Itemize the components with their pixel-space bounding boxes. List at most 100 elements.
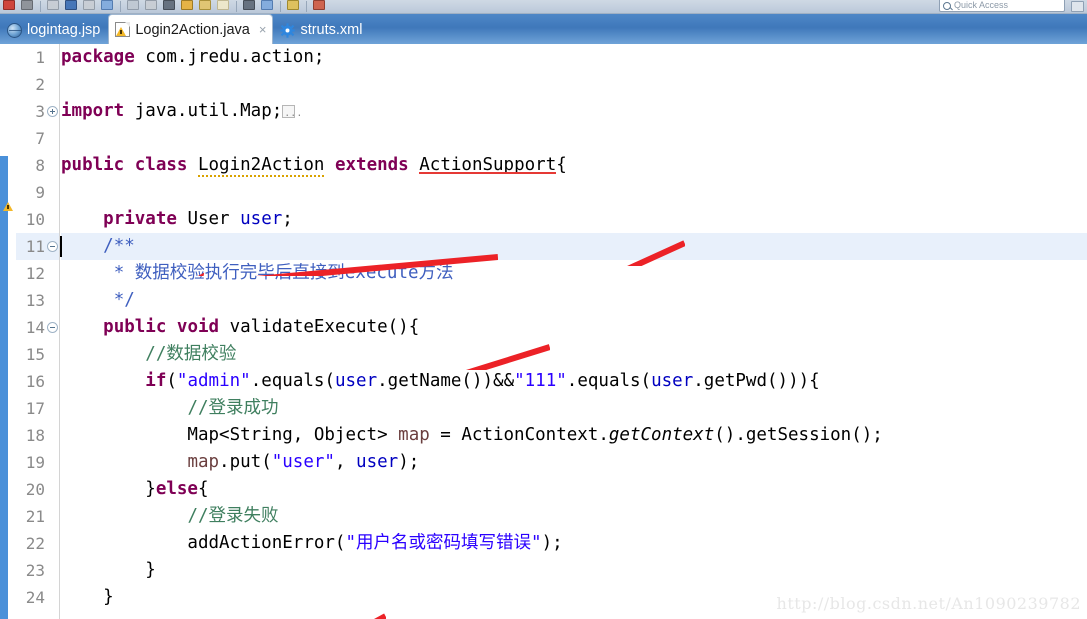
jsp-file-icon (7, 22, 22, 38)
java-file-warning-icon (115, 22, 131, 37)
code-line[interactable]: } (61, 557, 1087, 584)
watermark-text: http://blog.csdn.net/An1090239782 (776, 594, 1081, 613)
open-type-icon[interactable] (162, 0, 177, 13)
code-text: * 数据校验执行完毕后直接到execute方法 (61, 260, 1087, 287)
code-token: addActionError( (61, 533, 346, 553)
quick-access-input[interactable]: Quick Access (939, 0, 1065, 12)
collapsed-imports-box[interactable] (282, 100, 302, 127)
code-line[interactable]: private User user; (61, 206, 1087, 233)
next-annotation-icon[interactable] (198, 0, 213, 13)
line-number-row: 19 (16, 449, 59, 476)
line-number: 7 (35, 129, 45, 148)
code-line[interactable]: //数据校验 (61, 341, 1087, 368)
code-line[interactable]: }else{ (61, 476, 1087, 503)
code-line[interactable]: import java.util.Map; (61, 98, 1087, 127)
code-line[interactable]: if("admin".equals(user.getName())&&"111"… (61, 368, 1087, 395)
code-line[interactable]: * 数据校验执行完毕后直接到execute方法 (61, 260, 1087, 287)
code-line[interactable]: public void validateExecute(){ (61, 314, 1087, 341)
code-line[interactable]: public class Login2Action extends Action… (61, 152, 1087, 179)
tab-struts-xml[interactable]: struts.xml (273, 16, 370, 44)
build-icon[interactable] (100, 0, 115, 13)
line-number-row: 21 (16, 503, 59, 530)
forward-icon[interactable] (260, 0, 275, 13)
code-line[interactable]: package com.jredu.action; (61, 44, 1087, 71)
code-token: , (334, 452, 357, 472)
code-text: /** (60, 233, 1087, 260)
code-token: import (61, 101, 135, 121)
code-token: user (651, 371, 694, 391)
line-number: 8 (35, 156, 45, 175)
code-token: //登录失败 (187, 506, 279, 526)
code-text: public void validateExecute(){ (61, 314, 1087, 341)
line-number-row: 7 (16, 125, 59, 152)
line-number: 13 (25, 291, 45, 310)
code-token: //数据校验 (145, 344, 237, 364)
code-token: } (61, 587, 114, 607)
code-line[interactable]: /** (60, 233, 1087, 260)
line-number-row: 24 (16, 584, 59, 611)
code-line[interactable]: map.put("user", user); (61, 449, 1087, 476)
code-token: class (134, 155, 198, 175)
annotation-ruler[interactable] (0, 44, 16, 619)
tab-label: struts.xml (300, 22, 363, 38)
code-token: else (155, 479, 198, 499)
code-text: if("admin".equals(user.getName())&&"111"… (61, 368, 1087, 395)
code-line[interactable] (61, 179, 1087, 206)
code-token: user (334, 371, 378, 391)
tab-login2action-java[interactable]: Login2Action.java × (108, 14, 274, 44)
code-line[interactable] (61, 125, 1087, 152)
open-resource-icon[interactable] (180, 0, 195, 13)
line-number-row: 8 (16, 152, 59, 179)
code-token: user (356, 452, 399, 472)
line-number-row: 14 (16, 314, 59, 341)
fold-collapse-icon[interactable] (47, 241, 58, 252)
run-icon[interactable] (2, 0, 17, 13)
code-token: * 数据校验执行完毕后直接到execute方法 (113, 263, 454, 283)
code-token: public (61, 155, 135, 175)
print-icon[interactable] (82, 0, 97, 13)
code-line[interactable]: addActionError("用户名或密码填写错误"); (61, 530, 1087, 557)
previous-annotation-icon[interactable] (216, 0, 231, 13)
back-icon[interactable] (242, 0, 257, 13)
open-perspective-icon[interactable] (1071, 1, 1084, 12)
line-number: 9 (35, 183, 45, 202)
code-line[interactable]: */ (61, 287, 1087, 314)
code-token: public (103, 317, 177, 337)
code-text: package com.jredu.action; (61, 44, 1087, 71)
eclipse-editor-window: Quick Access logintag.jsp Login2Action.j… (0, 0, 1087, 619)
fold-expand-icon[interactable] (47, 106, 58, 117)
code-text: //登录失败 (61, 503, 1087, 530)
search-icon[interactable] (144, 0, 159, 13)
fold-collapse-icon[interactable] (47, 322, 58, 333)
tab-label: Login2Action.java (135, 21, 250, 38)
tab-logintag-jsp[interactable]: logintag.jsp (0, 16, 108, 44)
external-tools-icon[interactable] (126, 0, 141, 13)
line-number: 10 (25, 210, 45, 229)
close-icon[interactable]: × (259, 23, 267, 36)
code-line[interactable]: //登录失败 (61, 503, 1087, 530)
code-token: if (145, 371, 167, 391)
code-line[interactable]: Map<String, Object> map = ActionContext.… (61, 422, 1087, 449)
code-content[interactable]: package com.jredu.action; import java.uti… (60, 44, 1087, 619)
warning-marker-icon[interactable] (1, 200, 15, 214)
code-token: */ (113, 290, 135, 310)
pin-editor-icon[interactable] (286, 0, 301, 13)
new-wizard-icon[interactable] (46, 0, 61, 13)
source-editor[interactable]: 1 2 3 7 8 9 10 11 12 13 14 15 16 17 18 19 20 21 22 23 24 pac… (0, 44, 1087, 619)
code-line[interactable] (61, 71, 1087, 98)
code-token: getContext (608, 425, 715, 445)
line-number: 18 (25, 426, 45, 445)
save-icon[interactable] (64, 0, 79, 13)
code-line[interactable]: //登录成功 (61, 395, 1087, 422)
debug-icon[interactable] (20, 0, 35, 13)
line-number-row: 13 (16, 287, 59, 314)
perspective-icon[interactable] (312, 0, 327, 13)
